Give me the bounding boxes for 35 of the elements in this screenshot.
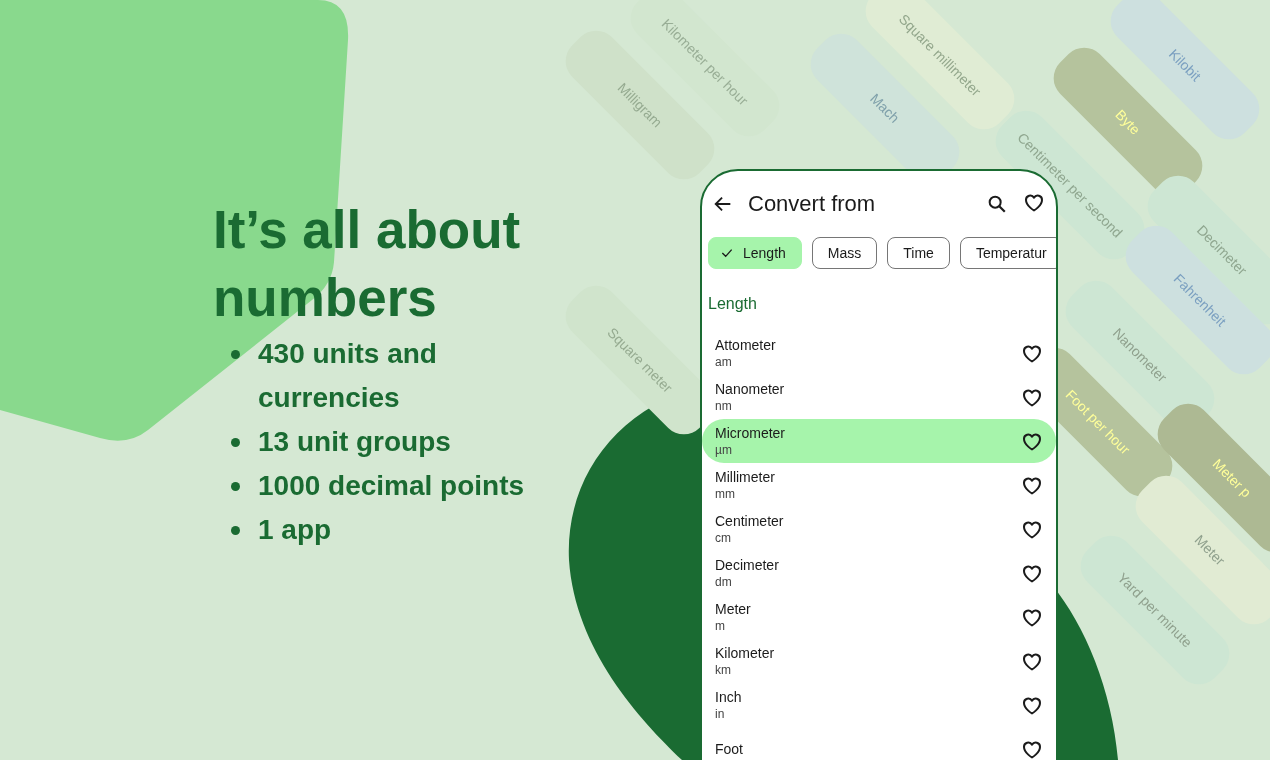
unit-symbol: m [715,618,725,634]
feature-text: 430 units and currencies [258,337,438,415]
unit-symbol: cm [715,530,731,546]
unit-symbol: in [715,706,725,722]
bullet-icon [231,482,240,491]
unit-symbol: µm [715,442,732,458]
bullet-icon [231,438,240,447]
unit-name: Decimeter [715,556,779,574]
unit-name: Kilometer [715,644,775,662]
bullet-icon [231,350,240,359]
unit-row[interactable]: Centimeter cm [702,507,1056,551]
filter-chip[interactable]: Time [887,237,950,269]
filter-chip[interactable]: Temperatur [959,237,1056,269]
unit-symbol: mm [715,486,735,502]
unit-row[interactable]: Decimeter dm [702,551,1056,595]
unit-row[interactable]: Kilometer km [702,639,1056,683]
unit-symbol: km [715,662,731,678]
bullet-icon [231,526,240,535]
unit-row[interactable]: Micrometer µm [702,419,1056,463]
unit-name: Millimeter [715,468,775,486]
unit-name: Inch [715,688,742,706]
filter-chip[interactable]: Mass [811,237,878,269]
unit-symbol: dm [715,574,732,590]
unit-row[interactable]: Inch in [702,683,1056,727]
unit-name: Centimeter [715,512,784,530]
unit-name: Foot [715,740,743,758]
feature-text: 1 app [258,513,333,547]
unit-row[interactable]: Foot [702,727,1056,760]
unit-row[interactable]: Meter m [702,595,1056,639]
unit-name: Meter [715,600,751,618]
filter-chip[interactable]: Length [708,237,802,269]
feature-text: 13 unit groups [258,425,452,459]
screen-title: Convert from [748,191,877,217]
feature-text: 1000 decimal points [258,469,526,503]
search-icon[interactable] [986,193,1008,215]
